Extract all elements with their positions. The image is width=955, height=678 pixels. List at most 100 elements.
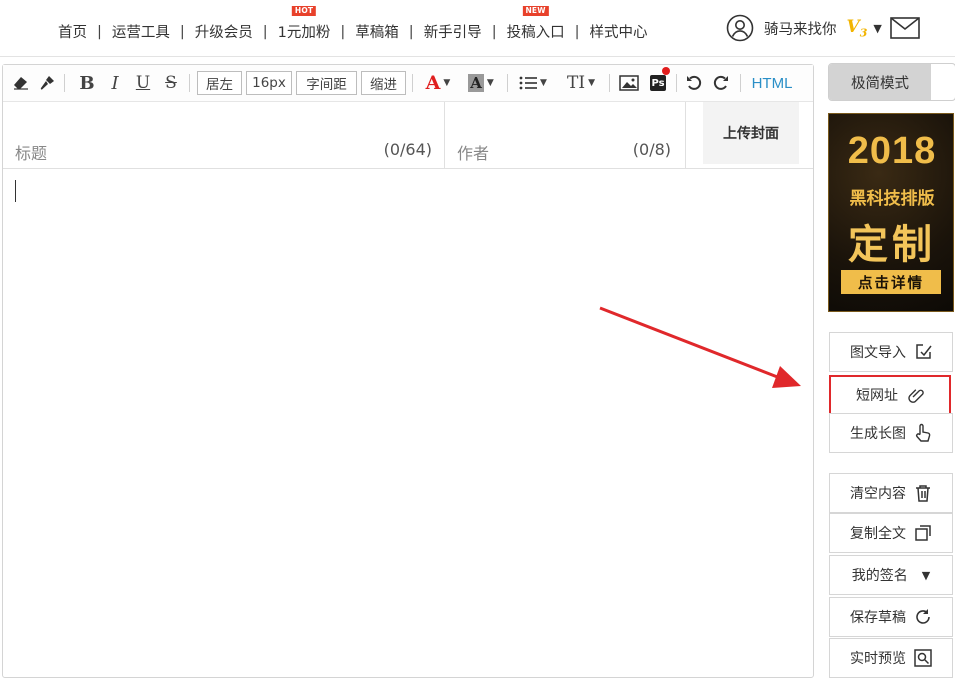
bold-button[interactable]: B xyxy=(77,65,97,101)
user-area: 骑马来找你 V3 ▼ xyxy=(726,14,920,42)
caret-down-icon: ▼ xyxy=(921,568,931,582)
nav-separator: | xyxy=(408,23,414,40)
my-signature-label: 我的签名 xyxy=(851,568,908,584)
font-color-glyph: A xyxy=(425,72,441,94)
chevron-down-icon: ▼ xyxy=(443,78,451,88)
redo-icon[interactable] xyxy=(710,65,732,101)
nav-submission-label: 投稿入口 xyxy=(506,25,565,41)
title-placeholder: 标题 xyxy=(15,144,48,163)
undo-icon[interactable] xyxy=(683,65,705,101)
nav-home[interactable]: 首页 xyxy=(58,21,87,42)
toolbar-divider xyxy=(507,74,508,92)
short-url-label: 短网址 xyxy=(856,388,898,404)
nav-separator: | xyxy=(262,23,268,40)
promo-banner[interactable]: 2018 黑科技排版 定制 点击详情 xyxy=(828,113,954,312)
import-icon xyxy=(914,343,932,361)
toolbar-divider xyxy=(676,74,677,92)
refresh-icon xyxy=(914,608,932,626)
indent-button[interactable]: 缩进 xyxy=(361,71,406,95)
mail-icon[interactable] xyxy=(890,17,920,39)
clear-content-label: 清空内容 xyxy=(850,486,906,502)
italic-button[interactable]: I xyxy=(105,65,125,101)
short-url-button[interactable]: 短网址 xyxy=(829,375,951,415)
import-article-button[interactable]: 图文导入 xyxy=(829,332,953,372)
promo-details-button[interactable]: 点击详情 xyxy=(841,270,941,294)
nav-separator: | xyxy=(574,23,580,40)
nav-beginner-guide[interactable]: 新手引导 xyxy=(424,21,482,42)
import-article-label: 图文导入 xyxy=(850,345,906,361)
author-char-count: (0/8) xyxy=(632,140,671,159)
live-preview-label: 实时预览 xyxy=(850,651,906,667)
toolbar-divider xyxy=(64,74,65,92)
promo-headline: 定制 xyxy=(848,222,936,268)
nav-submission[interactable]: 投稿入口 NEW xyxy=(506,6,565,42)
nav-upgrade-member[interactable]: 升级会员 xyxy=(195,21,253,42)
list-button[interactable]: ▼ xyxy=(515,65,551,101)
eraser-icon[interactable] xyxy=(11,65,31,101)
simple-mode-toggle[interactable]: 极简模式 xyxy=(828,63,955,101)
letter-spacing-button[interactable]: 字间距 xyxy=(296,71,357,95)
user-menu-chevron-down-icon[interactable]: ▼ xyxy=(873,22,881,35)
nav-operation-tools[interactable]: 运营工具 xyxy=(112,21,170,42)
nav-separator: | xyxy=(491,23,497,40)
link-icon xyxy=(906,386,924,404)
format-painter-icon[interactable] xyxy=(37,65,57,101)
live-preview-button[interactable]: 实时预览 xyxy=(829,638,953,678)
user-avatar-icon[interactable] xyxy=(726,14,754,42)
background-color-glyph: A xyxy=(468,74,484,92)
strikethrough-button[interactable]: S xyxy=(161,65,181,101)
author-input[interactable]: 作者 (0/8) xyxy=(445,102,686,168)
font-size-select[interactable]: 16px xyxy=(246,71,292,95)
align-left-button[interactable]: 居左 xyxy=(197,71,242,95)
my-signature-button[interactable]: 我的签名 ▼ xyxy=(829,555,953,595)
generate-long-image-label: 生成长图 xyxy=(850,426,906,442)
chevron-down-icon: ▼ xyxy=(540,78,547,88)
copy-all-label: 复制全文 xyxy=(850,526,906,542)
username[interactable]: 骑马来找你 xyxy=(764,18,837,39)
nav-style-center[interactable]: 样式中心 xyxy=(589,21,647,42)
title-char-count: (0/64) xyxy=(383,140,432,159)
font-color-button[interactable]: A ▼ xyxy=(421,65,455,101)
generate-long-image-button[interactable]: 生成长图 xyxy=(829,413,953,453)
simple-mode-label: 极简模式 xyxy=(829,64,931,100)
promo-tagline: 黑科技排版 xyxy=(849,189,935,209)
heading-glyph: TI xyxy=(567,73,586,93)
html-source-button[interactable]: HTML xyxy=(747,65,797,101)
editor-panel: B I U S 居左 16px 字间距 缩进 A ▼ A ▼ ▼ TI ▼ Ps… xyxy=(2,64,814,678)
nav-links: 首页 | 运营工具 | 升级会员 | 1元加粉 HOT | 草稿箱 | 新手引导… xyxy=(58,6,647,42)
underline-button[interactable]: U xyxy=(133,65,153,101)
hand-pointer-icon xyxy=(914,423,932,443)
hot-badge: HOT xyxy=(291,6,317,16)
nav-drafts[interactable]: 草稿箱 xyxy=(355,21,399,42)
image-icon[interactable] xyxy=(617,65,641,101)
title-row: 标题 (0/64) 作者 (0/8) 上传封面 xyxy=(3,102,813,169)
title-input[interactable]: 标题 (0/64) xyxy=(3,102,445,168)
new-badge: NEW xyxy=(522,6,549,16)
upload-cover-button[interactable]: 上传封面 xyxy=(703,102,799,164)
save-draft-button[interactable]: 保存草稿 xyxy=(829,597,953,637)
toolbar-divider xyxy=(740,74,741,92)
text-cursor xyxy=(15,180,16,202)
save-draft-label: 保存草稿 xyxy=(850,610,906,626)
copy-all-button[interactable]: 复制全文 xyxy=(829,513,953,553)
author-placeholder: 作者 xyxy=(457,144,490,163)
clear-content-button[interactable]: 清空内容 xyxy=(829,473,953,513)
toolbar-divider xyxy=(609,74,610,92)
heading-button[interactable]: TI ▼ xyxy=(561,65,601,101)
vip-level-badge: V3 xyxy=(846,16,868,40)
toolbar-divider xyxy=(412,74,413,92)
top-navigation: 首页 | 运营工具 | 升级会员 | 1元加粉 HOT | 草稿箱 | 新手引导… xyxy=(0,0,955,57)
nav-separator: | xyxy=(97,23,102,40)
nav-add-fans-label: 1元加粉 xyxy=(277,25,331,41)
copy-icon xyxy=(914,524,932,542)
notification-dot xyxy=(662,67,670,75)
photoshop-icon: Ps xyxy=(650,75,666,91)
nav-separator: | xyxy=(179,23,185,40)
nav-add-fans[interactable]: 1元加粉 HOT xyxy=(277,6,331,42)
preview-icon xyxy=(914,649,932,667)
toolbar-divider xyxy=(189,74,190,92)
trash-icon xyxy=(914,484,932,502)
promo-year: 2018 xyxy=(847,130,937,172)
content-editable-area[interactable] xyxy=(3,169,813,677)
background-color-button[interactable]: A ▼ xyxy=(463,65,499,101)
